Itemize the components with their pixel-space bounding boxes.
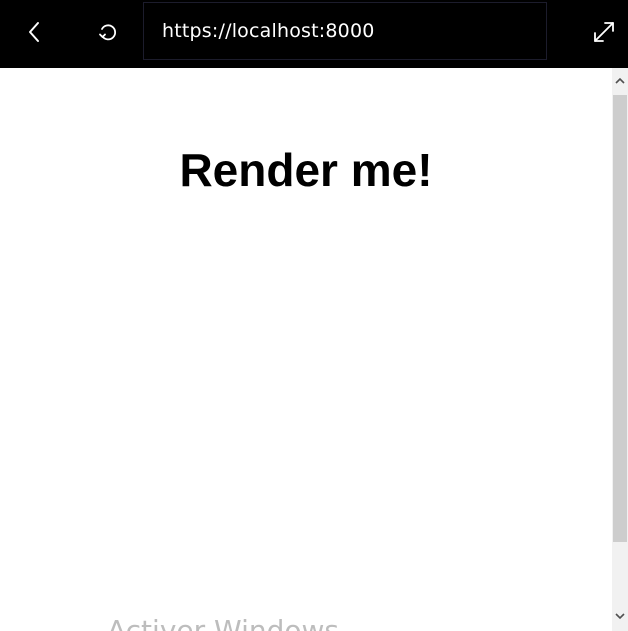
scroll-up-arrow-icon[interactable]: [615, 76, 625, 86]
back-button[interactable]: [14, 14, 54, 50]
browser-toolbar: https://localhost:8000: [0, 0, 628, 68]
page-heading: Render me!: [179, 144, 433, 196]
scroll-down-arrow-icon[interactable]: [615, 611, 625, 621]
chevron-left-icon: [29, 22, 39, 42]
reload-icon: [99, 24, 117, 41]
scrollbar-thumb[interactable]: [613, 95, 627, 542]
expand-button[interactable]: [584, 14, 624, 50]
reload-button[interactable]: [88, 14, 128, 50]
url-bar[interactable]: https://localhost:8000: [143, 2, 547, 60]
expand-icon: [594, 22, 614, 42]
url-text: https://localhost:8000: [162, 20, 375, 42]
activate-windows-watermark: Activer Windows: [107, 614, 340, 631]
vertical-scrollbar[interactable]: [612, 68, 628, 631]
page-viewport: Render me! Activer Windows: [0, 68, 612, 631]
